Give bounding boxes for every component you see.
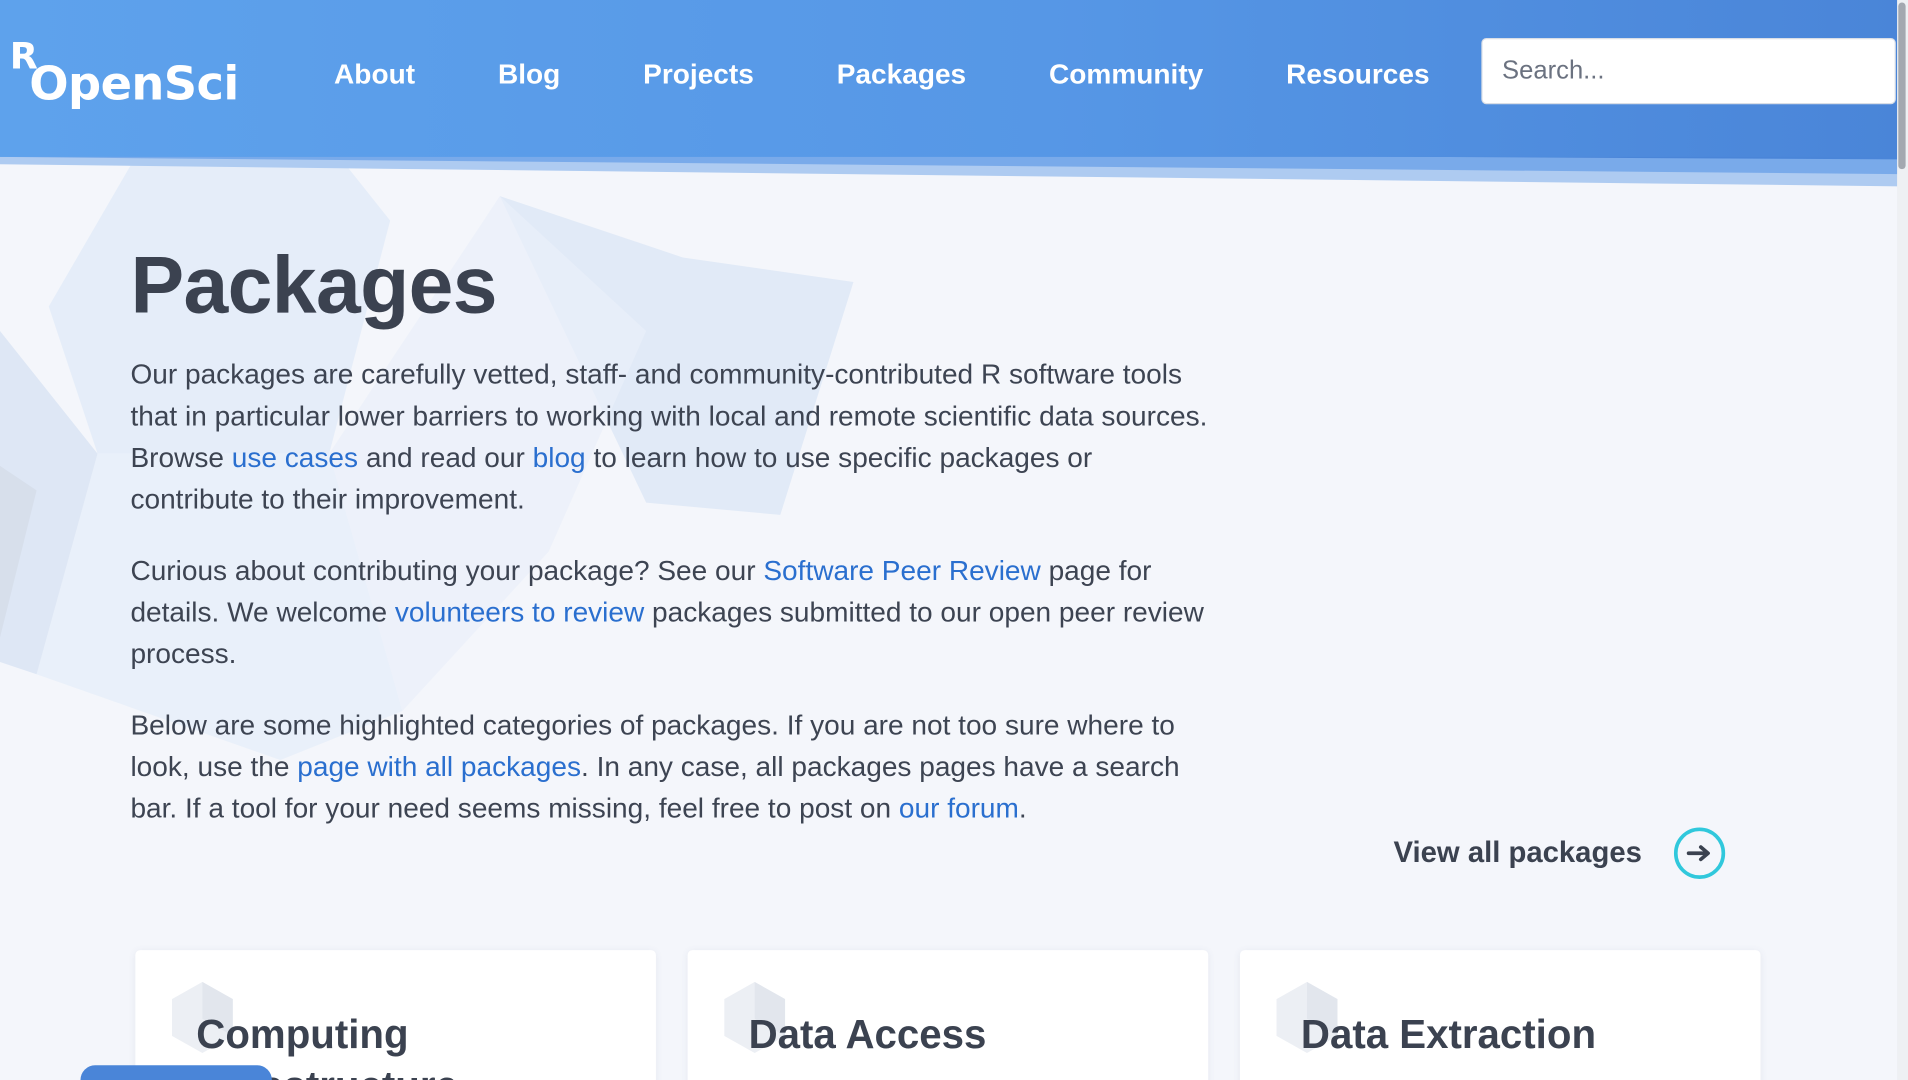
blog-link[interactable]: blog <box>533 441 586 473</box>
main-content: Packages Our packages are carefully vett… <box>130 233 1209 829</box>
main-nav: About Blog Projects Packages Community R… <box>293 47 1471 101</box>
card-title: Data Extraction <box>1300 1011 1597 1057</box>
scrollbar-thumb[interactable] <box>1898 2 1906 170</box>
nav-link-packages[interactable]: Packages <box>795 47 1007 101</box>
nav-link-community[interactable]: Community <box>1008 47 1245 101</box>
nav-link-resources[interactable]: Resources <box>1245 47 1471 101</box>
category-card-data-extraction[interactable]: Data Extraction <box>1239 950 1761 1080</box>
site-header: R OpenSci About Blog Projects Packages C… <box>0 0 1900 157</box>
categories-text-3: . <box>1018 791 1027 824</box>
arrow-right-circle-icon[interactable] <box>1673 827 1725 879</box>
page-title: Packages <box>130 239 497 330</box>
forum-link[interactable]: our forum <box>899 792 1019 824</box>
software-peer-review-link[interactable]: Software Peer Review <box>763 554 1040 586</box>
card-title: Data Access <box>748 1011 987 1057</box>
nav-link-about[interactable]: About <box>293 47 457 101</box>
intro-text-2: and read our <box>358 441 533 474</box>
view-all-packages-link[interactable]: View all packages <box>1394 824 1725 883</box>
volunteers-to-review-link[interactable]: volunteers to review <box>395 596 644 628</box>
nav-link-blog[interactable]: Blog <box>456 47 601 101</box>
logo-wordmark: OpenSci <box>29 56 239 111</box>
nav-link-projects[interactable]: Projects <box>602 47 796 101</box>
contribute-text-1: Curious about contributing your package?… <box>130 554 764 586</box>
category-card-data-access[interactable]: Data Access <box>687 950 1209 1080</box>
floating-action-button[interactable] <box>80 1065 272 1080</box>
ropensci-logo[interactable]: R OpenSci <box>10 39 240 115</box>
contribute-paragraph: Curious about contributing your package?… <box>130 549 1209 674</box>
categories-paragraph: Below are some highlighted categories of… <box>130 704 1209 829</box>
browser-viewport: R OpenSci About Blog Projects Packages C… <box>0 0 1908 1080</box>
category-card-computing-infrastructure[interactable]: Computing Infrastructure <box>135 950 656 1080</box>
intro-paragraph: Our packages are carefully vetted, staff… <box>130 353 1209 520</box>
arrow-right-icon <box>1686 845 1710 862</box>
view-all-packages-label: View all packages <box>1393 836 1642 870</box>
search-input[interactable] <box>1481 38 1896 105</box>
all-packages-link[interactable]: page with all packages <box>297 750 581 782</box>
use-cases-link[interactable]: use cases <box>232 441 358 473</box>
